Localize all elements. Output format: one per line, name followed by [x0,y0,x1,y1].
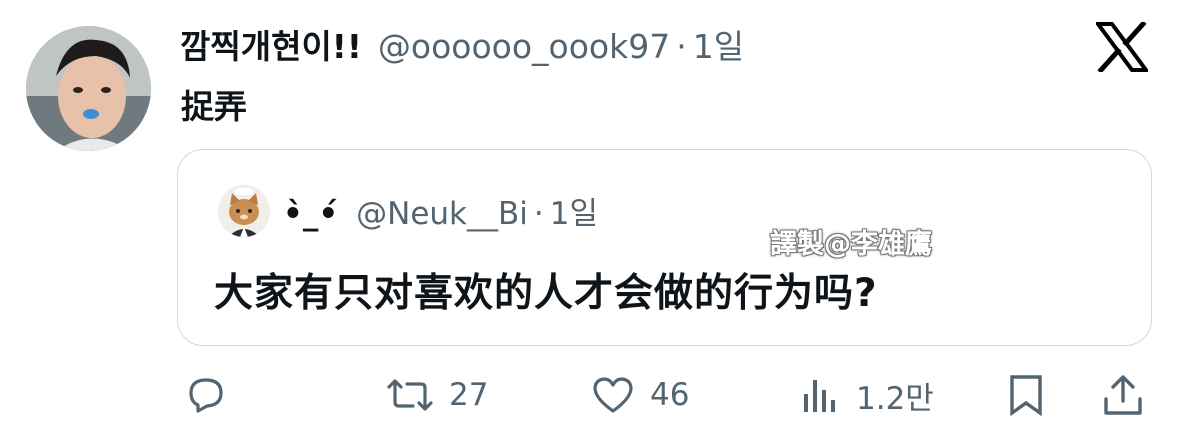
quoted-tweet-header: •̀_•́ @Neuk__Bi · 1일 [283,188,598,232]
user-handle[interactable]: @oooooo_oook97 [378,27,670,66]
reply-icon [185,374,227,416]
bookmark-icon [1006,373,1046,417]
quoted-tweet-text: 大家有只对喜欢的人才会做的行为吗? [214,271,878,316]
watermark: 譯製@李雄鷹 [770,229,932,260]
quoted-avatar[interactable] [218,185,270,237]
retweet-icon [385,374,435,416]
retweet-button[interactable]: 27 [385,365,488,425]
tweet-header: 깜찍개현이!! @oooooo_oook97 · 1일 [180,20,744,68]
retweet-count: 27 [449,377,489,413]
tweet-action-bar: 27 46 1.2만 [0,365,1179,425]
like-count: 46 [650,377,690,413]
views-icon [800,374,842,416]
bookmark-button[interactable] [1006,365,1046,425]
tweet-time[interactable]: 1일 [693,20,744,68]
tweet-text: 捉弄 [181,87,247,126]
quoted-tweet-card[interactable]: •̀_•́ @Neuk__Bi · 1일 大家有只对喜欢的人才会做的行为吗? [177,149,1152,346]
views-button[interactable]: 1.2만 [800,365,934,425]
share-icon [1101,373,1145,417]
cat-avatar-icon [218,185,270,237]
separator-dot: · [676,27,687,66]
avatar[interactable] [26,26,151,151]
x-logo-icon [1094,20,1150,74]
quoted-display-name[interactable]: •̀_•́ [283,196,338,232]
like-button[interactable]: 46 [590,365,689,425]
heart-icon [590,374,636,416]
quoted-user-handle[interactable]: @Neuk__Bi [356,196,528,232]
views-count: 1.2만 [856,380,934,417]
avatar-photo [26,26,151,151]
share-button[interactable] [1101,365,1145,425]
display-name[interactable]: 깜찍개현이!! [180,20,362,68]
reply-button[interactable] [185,365,227,425]
quoted-separator-dot: · [533,196,544,232]
quoted-tweet-time[interactable]: 1일 [550,188,598,233]
